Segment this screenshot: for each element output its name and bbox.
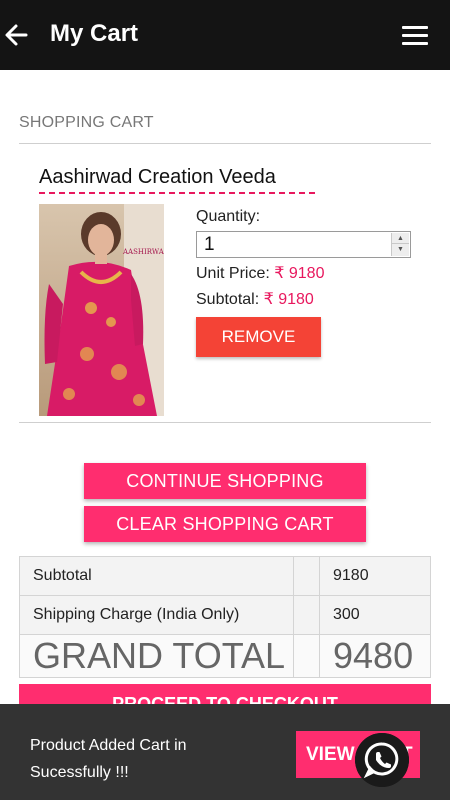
remove-button[interactable]: REMOVE — [196, 317, 321, 357]
subtotal-value: 9180 — [319, 556, 431, 596]
snackbar-message: Product Added Cart in Sucessfully !!! — [30, 737, 187, 781]
divider — [19, 422, 431, 423]
table-row: Shipping Charge (India Only) 300 — [19, 595, 431, 635]
subtotal-label: Subtotal — [19, 556, 294, 596]
product-name[interactable]: Aashirwad Creation Veeda — [39, 166, 276, 189]
section-label: SHOPPING CART — [19, 114, 154, 131]
product-name-underline — [39, 192, 315, 194]
grand-total-value: 9480 — [319, 634, 431, 678]
totals-table: Subtotal 9180 Shipping Charge (India Onl… — [19, 556, 431, 678]
quantity-value[interactable]: 1 — [204, 234, 215, 256]
item-subtotal-row: Subtotal: ₹ 9180 — [196, 289, 314, 309]
product-image[interactable]: AASHIRWAD — [39, 204, 164, 416]
quantity-label: Quantity: — [196, 208, 261, 225]
unit-price-row: Unit Price: ₹ 9180 — [196, 263, 324, 283]
table-row: Subtotal 9180 — [19, 556, 431, 596]
quantity-spinner[interactable]: ▲ ▼ — [391, 233, 409, 256]
divider — [19, 143, 431, 144]
table-row: GRAND TOTAL 9480 — [19, 634, 431, 678]
app-bar: My Cart — [0, 0, 450, 70]
shipping-label: Shipping Charge (India Only) — [19, 595, 294, 635]
continue-shopping-button[interactable]: CONTINUE SHOPPING — [84, 463, 366, 499]
clear-cart-button[interactable]: CLEAR SHOPPING CART — [84, 506, 366, 542]
hamburger-menu-icon[interactable] — [402, 26, 428, 46]
item-subtotal-value: ₹ 9180 — [263, 291, 314, 308]
page-title: My Cart — [50, 20, 139, 47]
increment-icon[interactable]: ▲ — [392, 233, 409, 244]
back-arrow-icon[interactable] — [2, 20, 30, 50]
grand-total-label: GRAND TOTAL — [19, 634, 294, 678]
item-subtotal-label: Subtotal: — [196, 291, 260, 308]
quantity-stepper[interactable]: 1 ▲ ▼ — [196, 231, 411, 258]
shipping-value: 300 — [319, 595, 431, 635]
decrement-icon[interactable]: ▼ — [392, 244, 409, 255]
unit-price-value: ₹ 9180 — [274, 265, 325, 282]
whatsapp-icon[interactable] — [355, 733, 409, 787]
brand-logo: AASHIRWAD — [123, 248, 164, 256]
unit-price-label: Unit Price: — [196, 265, 270, 282]
